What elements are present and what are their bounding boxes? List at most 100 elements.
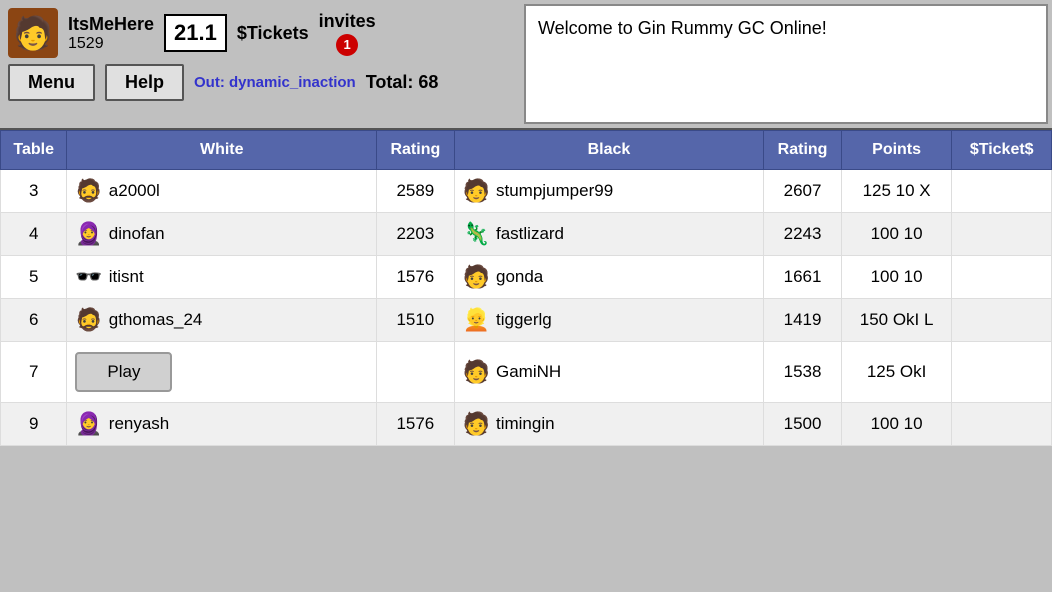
invites-section[interactable]: invites 1 [319,11,376,56]
col-header-white: White [67,131,377,170]
black-player-cell: 🦎 fastlizard [463,223,756,245]
cell-black-player[interactable]: 👱tiggerlg [454,299,764,342]
cell-white-rating: 1576 [377,403,454,446]
table-row[interactable]: 3 🧔 a2000l 2589 🧑 stumpjumper99 2607125 10 X [1,170,1052,213]
black-avatar: 🧑 [463,361,490,383]
cell-tickets [952,170,1052,213]
white-avatar: 🧔 [75,180,102,202]
black-avatar: 🧑 [463,180,490,202]
col-header-rating2: Rating [764,131,841,170]
black-player-cell: 🧑 gonda [463,266,756,288]
user-info: ItsMeHere 1529 [68,14,154,53]
cell-white-player[interactable]: 🧔gthomas_24 [67,299,377,342]
black-player-cell: 🧑 stumpjumper99 [463,180,756,202]
black-avatar: 🧑 [463,266,490,288]
cell-white-player[interactable]: 🧕 renyash [67,403,377,446]
cell-black-player[interactable]: 🧑 GamiNH [454,342,764,403]
white-player-cell: 🧔gthomas_24 [75,309,368,331]
col-header-rating1: Rating [377,131,454,170]
tickets-box: 21.1 [164,14,227,52]
welcome-panel: Welcome to Gin Rummy GC Online! [524,4,1048,124]
cell-white-rating: 1576 [377,256,454,299]
invites-label: invites [319,11,376,32]
cell-table-num: 7 [1,342,67,403]
white-avatar: 🧔 [75,309,102,331]
cell-points: 100 10 [841,403,952,446]
cell-black-rating: 2243 [764,213,841,256]
header-left: 🧑 ItsMeHere 1529 21.1 $Tickets invites 1… [0,0,520,128]
cell-black-rating: 1538 [764,342,841,403]
col-header-tickets: $Ticket$ [952,131,1052,170]
menu-button[interactable]: Menu [8,64,95,101]
cell-black-player[interactable]: 🧑 stumpjumper99 [454,170,764,213]
white-name: a2000l [109,181,160,201]
header-bottom-row: Menu Help Out: dynamic_inaction Total: 6… [8,64,512,101]
cell-points: 100 10 [841,213,952,256]
cell-white-player[interactable]: 🕶️ itisnt [67,256,377,299]
cell-points: 100 10 [841,256,952,299]
invites-badge[interactable]: 1 [336,34,358,56]
cell-white-rating: 1510 [377,299,454,342]
cell-tickets [952,256,1052,299]
tickets-label: $Tickets [237,23,309,44]
cell-tickets [952,403,1052,446]
black-name: stumpjumper99 [496,181,613,201]
white-player-cell: 🧕 renyash [75,413,368,435]
white-name: renyash [109,414,169,434]
black-name: gonda [496,267,543,287]
welcome-text: Welcome to Gin Rummy GC Online! [538,18,827,38]
out-text: Out: dynamic_inaction [194,74,356,91]
cell-white-player[interactable]: 🧔 a2000l [67,170,377,213]
header-top-row: 🧑 ItsMeHere 1529 21.1 $Tickets invites 1 [8,8,512,58]
cell-points: 125 10 X [841,170,952,213]
table-header-row: Table White Rating Black Rating Points $… [1,131,1052,170]
table-row[interactable]: 9 🧕 renyash 1576 🧑timingin 1500100 10 [1,403,1052,446]
black-avatar: 🦎 [463,223,490,245]
game-table: Table White Rating Black Rating Points $… [0,130,1052,446]
table-row[interactable]: 6 🧔gthomas_24 1510 👱tiggerlg 1419150 OkI L [1,299,1052,342]
col-header-table: Table [1,131,67,170]
cell-tickets [952,213,1052,256]
cell-white-rating: 2589 [377,170,454,213]
table-row[interactable]: 7Play 🧑 GamiNH 1538125 OkI [1,342,1052,403]
white-player-cell: 🕶️ itisnt [75,266,368,288]
cell-points: 125 OkI [841,342,952,403]
cell-black-rating: 1661 [764,256,841,299]
cell-black-rating: 1500 [764,403,841,446]
white-name: itisnt [109,267,144,287]
cell-black-player[interactable]: 🦎 fastlizard [454,213,764,256]
cell-black-player[interactable]: 🧑 gonda [454,256,764,299]
col-header-black: Black [454,131,764,170]
cell-black-rating: 2607 [764,170,841,213]
table-row[interactable]: 4🧕dinofan2203🦎fastlizard2243100 10 [1,213,1052,256]
white-player-cell: 🧔 a2000l [75,180,368,202]
cell-table-num: 9 [1,403,67,446]
col-header-points: Points [841,131,952,170]
black-name: GamiNH [496,362,561,382]
table-row[interactable]: 5 🕶️ itisnt 1576 🧑 gonda 1661100 10 [1,256,1052,299]
black-player-cell: 🧑timingin [463,413,756,435]
white-player-cell: 🧕dinofan [75,223,368,245]
cell-black-player[interactable]: 🧑timingin [454,403,764,446]
cell-table-num: 3 [1,170,67,213]
white-name: dinofan [109,224,165,244]
cell-table-num: 4 [1,213,67,256]
cell-tickets [952,299,1052,342]
help-button[interactable]: Help [105,64,184,101]
username: ItsMeHere [68,14,154,35]
cell-white-player[interactable]: Play [67,342,377,403]
total-text: Total: 68 [366,72,439,93]
white-avatar: 🧕 [75,413,102,435]
cell-white-player[interactable]: 🧕dinofan [67,213,377,256]
black-name: fastlizard [496,224,564,244]
cell-table-num: 5 [1,256,67,299]
cell-black-rating: 1419 [764,299,841,342]
play-button[interactable]: Play [75,352,172,392]
white-avatar: 🕶️ [75,266,102,288]
tickets-value: 21.1 [174,20,217,45]
cell-tickets [952,342,1052,403]
black-name: tiggerlg [496,310,552,330]
cell-table-num: 6 [1,299,67,342]
cell-points: 150 OkI L [841,299,952,342]
black-player-cell: 👱tiggerlg [463,309,756,331]
